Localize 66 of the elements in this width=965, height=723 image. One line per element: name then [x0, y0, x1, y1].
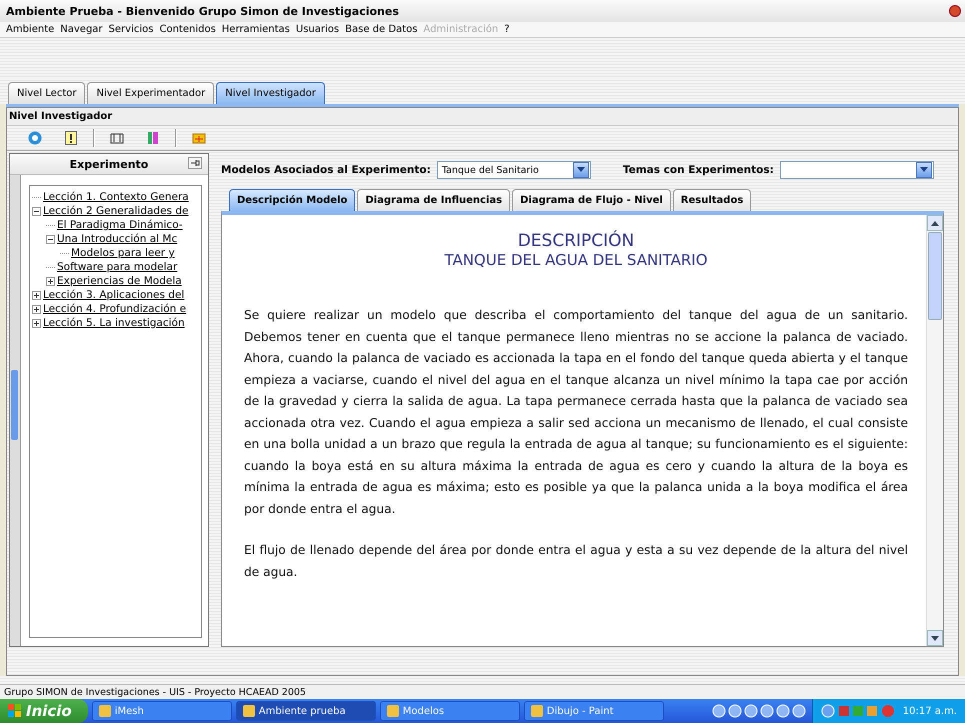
- expand-icon[interactable]: [32, 304, 41, 314]
- expand-icon[interactable]: [32, 318, 41, 328]
- close-button[interactable]: [949, 5, 961, 17]
- document-subheading: TANQUE DEL AGUA DEL SANITARIO: [443, 251, 709, 269]
- status-text: Grupo SIMON de Investigaciones - UIS - Proyecto HCAEAD 2005: [0, 684, 965, 699]
- caret-icon: [576, 167, 585, 173]
- scroll-thumb[interactable]: [928, 232, 942, 320]
- collapse-icon[interactable]: [32, 206, 41, 216]
- app-icon: [386, 705, 399, 717]
- models-dropdown[interactable]: Tanque del Sanitario: [436, 161, 591, 179]
- content-tab[interactable]: Diagrama de Flujo - Nivel: [512, 189, 671, 211]
- clock: 10:17 a.m.: [902, 706, 957, 716]
- menu-item[interactable]: Ambiente: [6, 24, 54, 35]
- window-title: Ambiente Prueba - Bienvenido Grupo Simon de Investigaciones: [6, 4, 399, 18]
- content-tab[interactable]: Diagrama de Influencias: [357, 189, 510, 211]
- taskbar-button[interactable]: Dibujo - Paint: [524, 701, 664, 721]
- pin-icon: [190, 160, 200, 166]
- scrollbar[interactable]: [926, 215, 943, 646]
- document-heading: DESCRIPCIÓN: [516, 231, 636, 251]
- menu-item[interactable]: Base de Datos: [345, 24, 418, 35]
- app-icon: [98, 705, 111, 717]
- pin-button[interactable]: [188, 157, 202, 169]
- caret-icon: [920, 167, 928, 173]
- level-tab[interactable]: Nivel Investigador: [216, 82, 325, 104]
- scroll-up-icon[interactable]: [931, 220, 939, 226]
- tree-item[interactable]: Lección 2 Generalidades de: [43, 205, 188, 217]
- taskbar-button[interactable]: Modelos: [380, 701, 520, 721]
- tree-item[interactable]: Lección 3. Aplicaciones del: [43, 289, 184, 301]
- menu-item[interactable]: Navegar: [60, 24, 103, 35]
- menu-item[interactable]: Herramientas: [222, 24, 290, 35]
- level-tab[interactable]: Nivel Lector: [8, 82, 86, 104]
- app-icon: [242, 705, 255, 717]
- topics-label: Temas con Experimentos:: [622, 164, 774, 176]
- tree-item[interactable]: Experiencias de Modela: [57, 275, 182, 287]
- panel-title: Nivel Investigador: [7, 108, 958, 126]
- tray-icons-drawing[interactable]: [820, 704, 897, 718]
- tree-item[interactable]: Una Introducción al Mc: [57, 233, 178, 245]
- sidebar-title: Experimento: [70, 158, 148, 170]
- splitter-handle[interactable]: [11, 370, 18, 440]
- tree-item[interactable]: Lección 4. Profundización e: [43, 303, 186, 315]
- expand-icon[interactable]: [46, 276, 55, 286]
- paragraph: El flujo de llenado depende del área por donde entra el agua y esta a su vez depende de la altura del nivel de agua.: [244, 542, 908, 580]
- content-tab[interactable]: Descripción Modelo: [229, 189, 356, 211]
- tree-item[interactable]: Software para modelar: [57, 261, 178, 273]
- taskbar-button[interactable]: iMesh: [92, 701, 232, 721]
- menu-item[interactable]: Servicios: [108, 24, 154, 35]
- tree-item[interactable]: Modelos para leer y: [71, 247, 175, 259]
- menu-item[interactable]: ?: [504, 24, 510, 35]
- taskbar-button[interactable]: Ambiente prueba: [236, 701, 376, 721]
- tree-item[interactable]: El Paradigma Dinámico-: [57, 219, 183, 231]
- menu-item[interactable]: Contenidos: [159, 24, 216, 35]
- tree-item[interactable]: Lección 5. La investigación: [43, 317, 185, 329]
- collapse-icon[interactable]: [46, 234, 55, 244]
- paragraph: Se quiere realizar un modelo que describa el comportamiento del tanque del agua de un sanitario. Debemos tener en cuenta que el tanque permanece lleno mientras no se accione la palanca de vaciado. Ahora, cuando la palanca de vaciado es accionada la tapa en el fondo del tanque queda abierta y el tanque empieza a vaciarse, cuando el nivel del agua en el tanque alcanza un nivel mínimo la tapa cae por acción de la gravedad y cierra la salida de agua. La tapa permanece cerrada hasta que la palanca de vaciado sea accionada otra vez. Cuando el agua empieza a salir sed acciona un mecanismo de llenado, el cual consiste en una bolla unidad a un brazo que regula la entrada de agua al tanque; su funcionamiento es el siguiente: cuando la boya está en su altura máxima la entrada de agua es cero y cuando la altura de la boya es mínima la entrada de agua es máxima; esto es posible ya que la palanca unida a la boya modifica el área por donde entra el agua.: [244, 307, 908, 518]
- menu-item[interactable]: Usuarios: [296, 24, 340, 35]
- expand-icon[interactable]: [32, 290, 41, 300]
- app-icon: [530, 705, 543, 717]
- dropdown-button[interactable]: [916, 162, 932, 178]
- windows-flag-icon: [8, 704, 22, 718]
- topics-dropdown[interactable]: [780, 161, 934, 179]
- scroll-down-icon[interactable]: [931, 636, 939, 640]
- dropdown-button[interactable]: [572, 162, 589, 178]
- content-tab[interactable]: Resultados: [672, 189, 752, 211]
- models-label: Modelos Asociados al Experimento:: [221, 164, 431, 176]
- level-tab[interactable]: Nivel Experimentador: [87, 82, 214, 104]
- tree-item[interactable]: Lección 1. Contexto Genera: [43, 191, 189, 203]
